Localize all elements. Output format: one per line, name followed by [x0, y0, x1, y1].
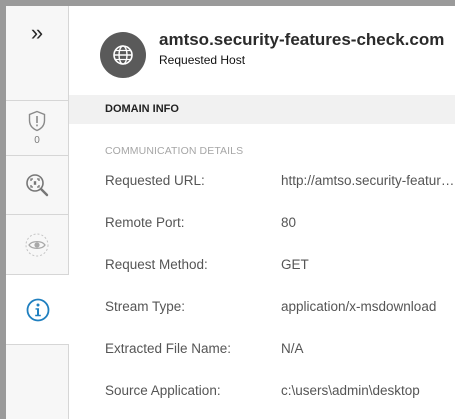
host-header: amtso.security-features-check.com Reques… [69, 6, 455, 94]
host-subtitle: Requested Host [159, 53, 246, 67]
alert-count: 0 [34, 135, 40, 146]
double-chevron-right-icon: » [30, 20, 44, 45]
detail-value: http://amtso.security-features-check.com… [281, 173, 455, 188]
detail-row: Request Method: GET [105, 257, 455, 277]
app-frame: » 0 amtso.security-features-check.com Re… [6, 6, 455, 419]
detail-row: Source Application: c:\users\admin\deskt… [105, 383, 455, 403]
globe-icon [100, 32, 146, 78]
detail-label: Extracted File Name: [105, 341, 232, 356]
detail-label: Stream Type: [105, 299, 186, 314]
investigate-icon [26, 174, 49, 197]
detail-row: Requested URL: http://amtso.security-fea… [105, 173, 455, 193]
detail-label: Remote Port: [105, 215, 185, 230]
rail-alerts-button[interactable]: 0 [6, 101, 68, 156]
eye-icon [25, 233, 49, 256]
rail-observe-button[interactable] [6, 215, 68, 275]
detail-value: application/x-msdownload [281, 299, 437, 314]
info-icon [26, 298, 49, 321]
section-title-domain-info: DOMAIN INFO [69, 95, 455, 124]
expand-panel-button[interactable]: » [6, 6, 68, 101]
detail-value: GET [281, 257, 309, 272]
detail-label: Request Method: [105, 257, 208, 272]
detail-value: c:\users\admin\desktop [281, 383, 420, 398]
alert-shield-icon [28, 110, 46, 132]
detail-label: Source Application: [105, 383, 221, 398]
detail-value: 80 [281, 215, 297, 230]
side-rail: » 0 [6, 6, 69, 419]
detail-row: Stream Type: application/x-msdownload [105, 299, 455, 319]
detail-label: Requested URL: [105, 173, 205, 188]
detail-panel: amtso.security-features-check.com Reques… [69, 6, 455, 419]
rail-investigate-button[interactable] [6, 156, 68, 215]
detail-row: Extracted File Name: N/A [105, 341, 455, 361]
host-title: amtso.security-features-check.com [159, 30, 445, 49]
detail-value: N/A [281, 341, 304, 356]
rail-info-button[interactable] [6, 275, 69, 345]
subheading-communication-details: COMMUNICATION DETAILS [105, 145, 244, 157]
detail-row: Remote Port: 80 [105, 215, 455, 235]
